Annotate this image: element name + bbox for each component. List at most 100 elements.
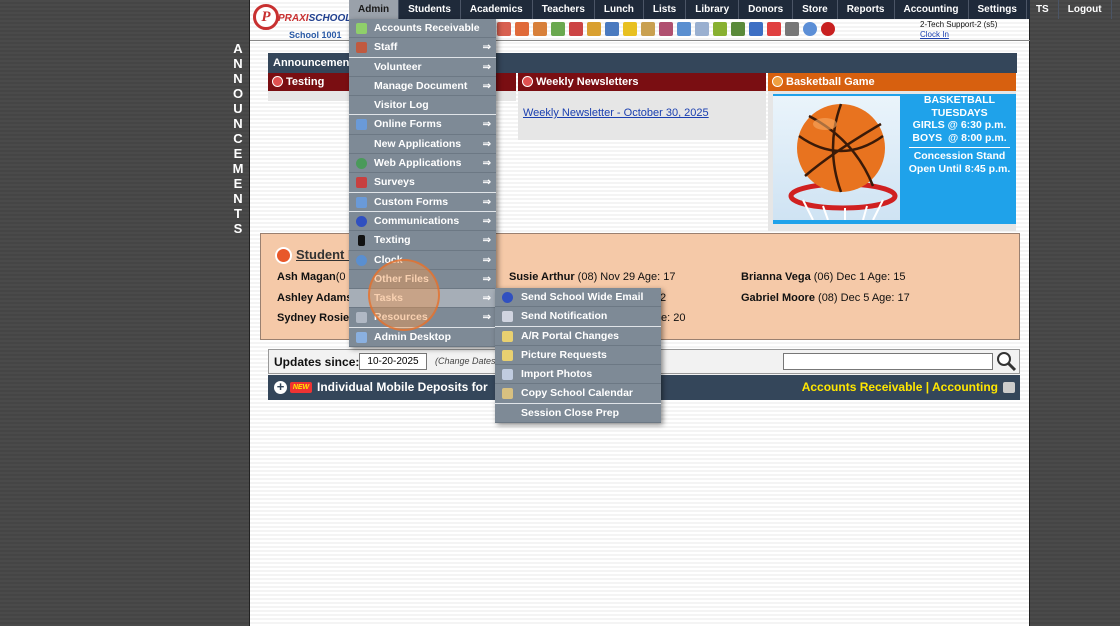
flyer-line: Open Until 8:45 p.m. — [908, 162, 1011, 175]
submenu-arrow-icon: ⇒ — [482, 312, 491, 324]
search-icon — [997, 352, 1017, 372]
updates-date-input[interactable]: 10-20-2025 — [359, 353, 427, 370]
birthdays-title[interactable]: Student B — [275, 247, 357, 264]
announce-icon[interactable] — [623, 22, 637, 36]
desktop-icon — [356, 331, 367, 343]
menu-texting[interactable]: Texting ⇒ — [349, 231, 496, 251]
task-send-notification[interactable]: Send Notification — [495, 307, 661, 327]
printer-icon[interactable] — [785, 22, 799, 36]
teacher-icon[interactable] — [515, 22, 529, 36]
basketball-panel-title[interactable]: Basketball Game — [768, 73, 1016, 91]
menu-staff[interactable]: Staff ⇒ — [349, 38, 496, 58]
pin-icon — [772, 76, 783, 87]
clock-icon[interactable] — [677, 22, 691, 36]
at-icon — [356, 215, 367, 227]
menu-online-forms[interactable]: Online Forms ⇒ — [349, 115, 496, 135]
nav-settings[interactable]: Settings — [969, 0, 1027, 19]
task-copy-school-calendar[interactable]: Copy School Calendar — [495, 384, 661, 404]
user-icon[interactable] — [659, 22, 673, 36]
praxischool-logo[interactable]: P PRAXISCHOOL School 1001 — [251, 2, 351, 40]
menu-surveys[interactable]: Surveys ⇒ — [349, 173, 496, 193]
menu-admin-desktop[interactable]: Admin Desktop — [349, 328, 496, 348]
help-icon[interactable] — [803, 22, 817, 36]
menu-other-files[interactable]: Other Files ⇒ — [349, 270, 496, 290]
nav-admin[interactable]: Admin — [349, 0, 400, 19]
flag-icon[interactable] — [497, 22, 511, 36]
expand-plus-icon[interactable]: + — [274, 380, 287, 394]
menu-label: Surveys — [374, 176, 415, 189]
menu-label: Volunteer — [374, 60, 422, 73]
submenu-arrow-icon: ⇒ — [482, 293, 491, 305]
calendar-icon[interactable] — [695, 22, 709, 36]
menu-custom-forms[interactable]: Custom Forms ⇒ — [349, 193, 496, 212]
task-ar-portal-changes[interactable]: A/R Portal Changes — [495, 327, 661, 346]
book-icon[interactable] — [605, 22, 619, 36]
vertical-letter: E — [233, 146, 243, 161]
newsletters-panel-title[interactable]: Weekly Newsletters — [518, 73, 766, 91]
menu-label: Web Applications — [374, 157, 462, 170]
nav-donors[interactable]: Donors — [739, 0, 794, 19]
portal-icon — [502, 330, 513, 342]
nav-reports[interactable]: Reports — [838, 0, 895, 19]
menu-label: Online Forms — [374, 118, 442, 131]
report-icon[interactable] — [713, 22, 727, 36]
flyer-line: TUESDAYS — [931, 106, 988, 119]
nav-students[interactable]: Students — [399, 0, 461, 19]
store-icon[interactable] — [731, 22, 745, 36]
basketball-title-text: Basketball Game — [786, 76, 875, 88]
birthday-entry: Gabriel Moore (08) Dec 5 Age: 17 — [741, 292, 910, 304]
lunch-icon[interactable] — [587, 22, 601, 36]
submenu-arrow-icon: ⇒ — [482, 254, 491, 266]
menu-label: Send School Wide Email — [521, 291, 644, 303]
menu-accounts-receivable[interactable]: Accounts Receivable — [349, 19, 496, 39]
donor-icon[interactable] — [641, 22, 655, 36]
school-name: School 1001 — [289, 30, 342, 40]
nav-academics[interactable]: Academics — [461, 0, 533, 19]
forms-icon — [356, 119, 367, 131]
menu-visitor-log[interactable]: Visitor Log — [349, 96, 496, 116]
search-input[interactable] — [783, 353, 993, 370]
nav-library[interactable]: Library — [686, 0, 740, 19]
basketball-flyer: BASKETBALL TUESDAYS GIRLS @ 6:30 p.m. BO… — [773, 94, 1016, 224]
nav-store[interactable]: Store — [793, 0, 838, 19]
menu-volunteer[interactable]: Volunteer ⇒ — [349, 58, 496, 77]
newsletter-link[interactable]: Weekly Newsletter - October 30, 2025 — [523, 107, 709, 119]
task-session-close-prep[interactable]: Session Close Prep — [495, 404, 661, 424]
menu-web-applications[interactable]: Web Applications ⇒ — [349, 154, 496, 174]
menu-resources[interactable]: Resources ⇒ — [349, 308, 496, 328]
menu-new-applications[interactable]: New Applications ⇒ — [349, 135, 496, 155]
nav-ts[interactable]: TS — [1027, 0, 1059, 19]
menu-label: Visitor Log — [374, 99, 429, 112]
student-icon[interactable] — [533, 22, 547, 36]
task-send-school-wide-email[interactable]: Send School Wide Email — [495, 288, 661, 308]
accounts-receivable-link[interactable]: Accounts Receivable — [802, 380, 923, 394]
nav-teachers[interactable]: Teachers — [533, 0, 595, 19]
task-picture-requests[interactable]: Picture Requests — [495, 346, 661, 366]
menu-clock[interactable]: Clock ⇒ — [349, 251, 496, 270]
menu-communications[interactable]: Communications ⇒ — [349, 212, 496, 232]
nav-lists[interactable]: Lists — [644, 0, 687, 19]
vertical-letter: N — [233, 56, 243, 71]
ap-icon[interactable] — [749, 22, 763, 36]
clock-icon — [356, 254, 367, 266]
group-icon[interactable] — [569, 22, 583, 36]
vertical-letter: U — [233, 101, 243, 116]
nav-accounting[interactable]: Accounting — [895, 0, 969, 19]
nav-logout[interactable]: Logout — [1059, 0, 1112, 19]
nav-lunch[interactable]: Lunch — [595, 0, 644, 19]
flyer-divider — [909, 147, 1010, 148]
money-icon[interactable] — [551, 22, 565, 36]
printer-icon[interactable] — [1003, 382, 1015, 393]
menu-manage-document[interactable]: Manage Document ⇒ — [349, 77, 496, 97]
search-button[interactable] — [995, 351, 1017, 372]
tasks-submenu: Send School Wide Email Send Notification… — [495, 288, 661, 424]
basketball-icon — [788, 103, 898, 220]
menu-label: Session Close Prep — [521, 406, 620, 419]
menu-tasks[interactable]: Tasks ⇒ — [349, 289, 496, 309]
task-import-photos[interactable]: Import Photos — [495, 365, 661, 385]
mobile-deposits-title[interactable]: Individual Mobile Deposits for — [317, 380, 488, 394]
accounting-link[interactable]: Accounting — [932, 380, 998, 394]
power-icon[interactable] — [821, 22, 835, 36]
clock-in-link[interactable]: Clock In — [920, 30, 997, 40]
pdf-icon[interactable] — [767, 22, 781, 36]
